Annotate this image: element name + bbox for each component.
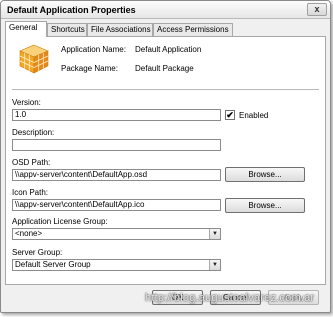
license-group-select[interactable]: <none> ▼ xyxy=(12,228,221,240)
osd-path-label: OSD Path: xyxy=(12,158,51,167)
package-name-value: Default Package xyxy=(135,64,194,73)
version-input[interactable]: 1.0 xyxy=(12,109,221,121)
tab-access-permissions[interactable]: Access Permissions xyxy=(153,23,233,36)
description-label: Description: xyxy=(12,128,55,137)
osd-path-input[interactable]: \\appv-server\content\DefaultApp.osd xyxy=(12,169,221,181)
chevron-down-icon[interactable]: ▼ xyxy=(209,229,220,239)
chevron-down-icon[interactable]: ▼ xyxy=(209,260,220,270)
osd-browse-button[interactable]: Browse... xyxy=(225,167,305,182)
server-group-select[interactable]: Default Server Group ▼ xyxy=(12,259,221,271)
separator-line xyxy=(12,89,319,90)
tab-file-associations[interactable]: File Associations xyxy=(87,23,153,36)
properties-dialog: Default Application Properties x General… xyxy=(0,0,331,313)
icon-browse-button[interactable]: Browse... xyxy=(225,198,305,213)
enabled-checkbox[interactable]: ✔ xyxy=(225,110,235,120)
icon-path-label: Icon Path: xyxy=(12,188,49,197)
package-name-label: Package Name: xyxy=(61,64,118,73)
license-group-value: <none> xyxy=(15,229,43,238)
server-group-value: Default Server Group xyxy=(15,260,91,269)
description-input[interactable] xyxy=(12,139,221,151)
server-group-label: Server Group: xyxy=(12,248,63,257)
tab-shortcuts[interactable]: Shortcuts xyxy=(47,23,87,36)
icon-path-input[interactable]: \\appv-server\content\DefaultApp.ico xyxy=(12,199,221,211)
version-label: Version: xyxy=(12,98,41,107)
enabled-label: Enabled xyxy=(239,111,269,120)
application-cube-icon xyxy=(19,44,49,74)
window-title: Default Application Properties xyxy=(7,5,136,15)
watermark-text: http://blog.augustoalvarez.com.ar xyxy=(145,292,315,304)
application-name-label: Application Name: xyxy=(61,45,126,54)
title-bar: Default Application Properties x xyxy=(1,1,330,19)
general-tab-panel: Application Name: Default Application Pa… xyxy=(5,36,326,285)
close-icon[interactable]: x xyxy=(307,3,327,16)
tab-general[interactable]: General xyxy=(5,21,47,37)
application-name-value: Default Application xyxy=(135,45,202,54)
license-group-label: Application License Group: xyxy=(12,217,108,226)
